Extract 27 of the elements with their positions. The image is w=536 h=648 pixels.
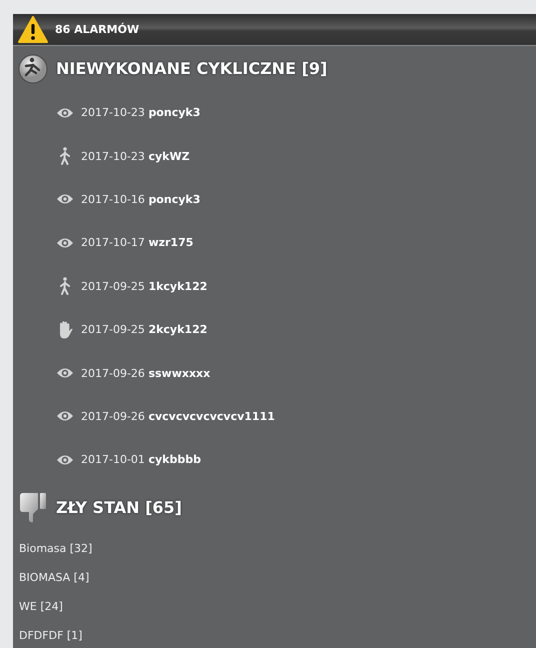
- alarm-item[interactable]: 2017-09-26 cvcvcvcvcvcvcv1111: [81, 410, 275, 423]
- alarm-item[interactable]: 2017-09-25 2kcyk122: [81, 323, 208, 336]
- alarm-item[interactable]: 2017-10-17 wzr175: [81, 236, 194, 250]
- alarm-item[interactable]: 2017-09-26 sswwxxxx: [81, 366, 210, 380]
- alarm-item[interactable]: 2017-10-01 cykbbbb: [81, 453, 201, 466]
- group-link[interactable]: BIOMASA [4]: [13, 562, 536, 592]
- alarm-item[interactable]: 2017-10-23 cykWZ: [81, 150, 190, 163]
- group-link[interactable]: Biomasa [32]: [13, 534, 536, 563]
- group-link[interactable]: WE [24]: [13, 592, 536, 621]
- walking-person-icon: [59, 277, 71, 296]
- alarm-item[interactable]: 2017-10-23 poncyk3: [81, 106, 200, 120]
- eye-icon: [56, 236, 74, 249]
- thumbs-down-icon: [18, 492, 48, 524]
- eye-icon: [56, 454, 74, 466]
- warning-icon: [18, 16, 48, 43]
- section-title: NIEWYKONANE CYKLICZNE [9]: [56, 59, 328, 78]
- hand-icon: [57, 320, 73, 339]
- group-link[interactable]: DFDFDF [1]: [13, 620, 536, 648]
- eye-icon: [56, 193, 74, 206]
- walking-person-icon: [59, 147, 71, 166]
- eye-icon: [56, 106, 74, 119]
- alarm-item[interactable]: 2017-09-25 1kcyk122: [81, 280, 208, 293]
- eye-icon: [56, 410, 74, 422]
- alarm-count-title: 86 ALARMÓW: [55, 23, 140, 36]
- alarm-item[interactable]: 2017-10-16 poncyk3: [81, 192, 200, 206]
- section-title: ZŁY STAN [65]: [56, 498, 182, 518]
- eye-icon: [56, 367, 74, 380]
